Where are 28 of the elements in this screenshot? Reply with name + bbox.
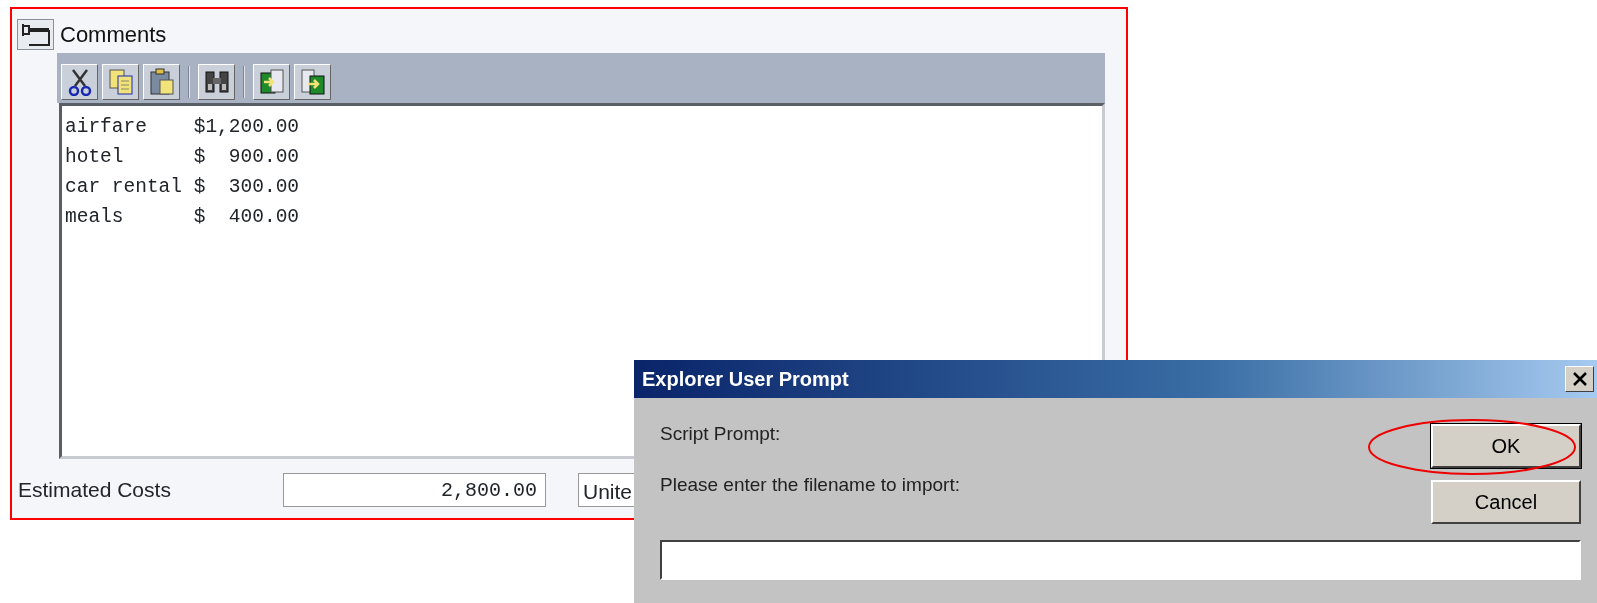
import-icon: [258, 68, 285, 96]
export-icon: [299, 68, 326, 96]
copy-icon: [107, 68, 134, 96]
estimated-costs-field[interactable]: 2,800.00: [283, 473, 546, 507]
close-icon: [1571, 372, 1588, 386]
filename-input[interactable]: [660, 540, 1581, 580]
dialog-title: Explorer User Prompt: [642, 367, 849, 392]
clipboard-icon: [148, 68, 175, 96]
panel-title: Comments: [60, 20, 167, 49]
estimated-costs-label: Estimated Costs: [18, 477, 172, 504]
clipboard-button[interactable]: [143, 64, 180, 100]
binoculars-button[interactable]: [198, 64, 235, 100]
comment-line: hotel $ 900.00: [65, 145, 300, 170]
export-button[interactable]: [294, 64, 331, 100]
comment-line: airfare $1,200.00: [65, 115, 300, 140]
panel-toggle-icon[interactable]: [17, 18, 54, 50]
copy-button[interactable]: [102, 64, 139, 100]
import-button[interactable]: [253, 64, 290, 100]
cancel-button[interactable]: Cancel: [1431, 480, 1581, 524]
scissors-button[interactable]: [61, 64, 98, 100]
ok-button[interactable]: OK: [1431, 424, 1581, 468]
prompt-caption: Script Prompt:: [660, 422, 782, 446]
close-button[interactable]: [1565, 366, 1594, 392]
scissors-icon: [66, 68, 93, 96]
binoculars-icon: [203, 68, 230, 96]
comment-line: car rental $ 300.00: [65, 175, 300, 200]
comment-line: meals $ 400.00: [65, 205, 300, 230]
prompt-message: Please enter the filename to import:: [660, 472, 961, 497]
